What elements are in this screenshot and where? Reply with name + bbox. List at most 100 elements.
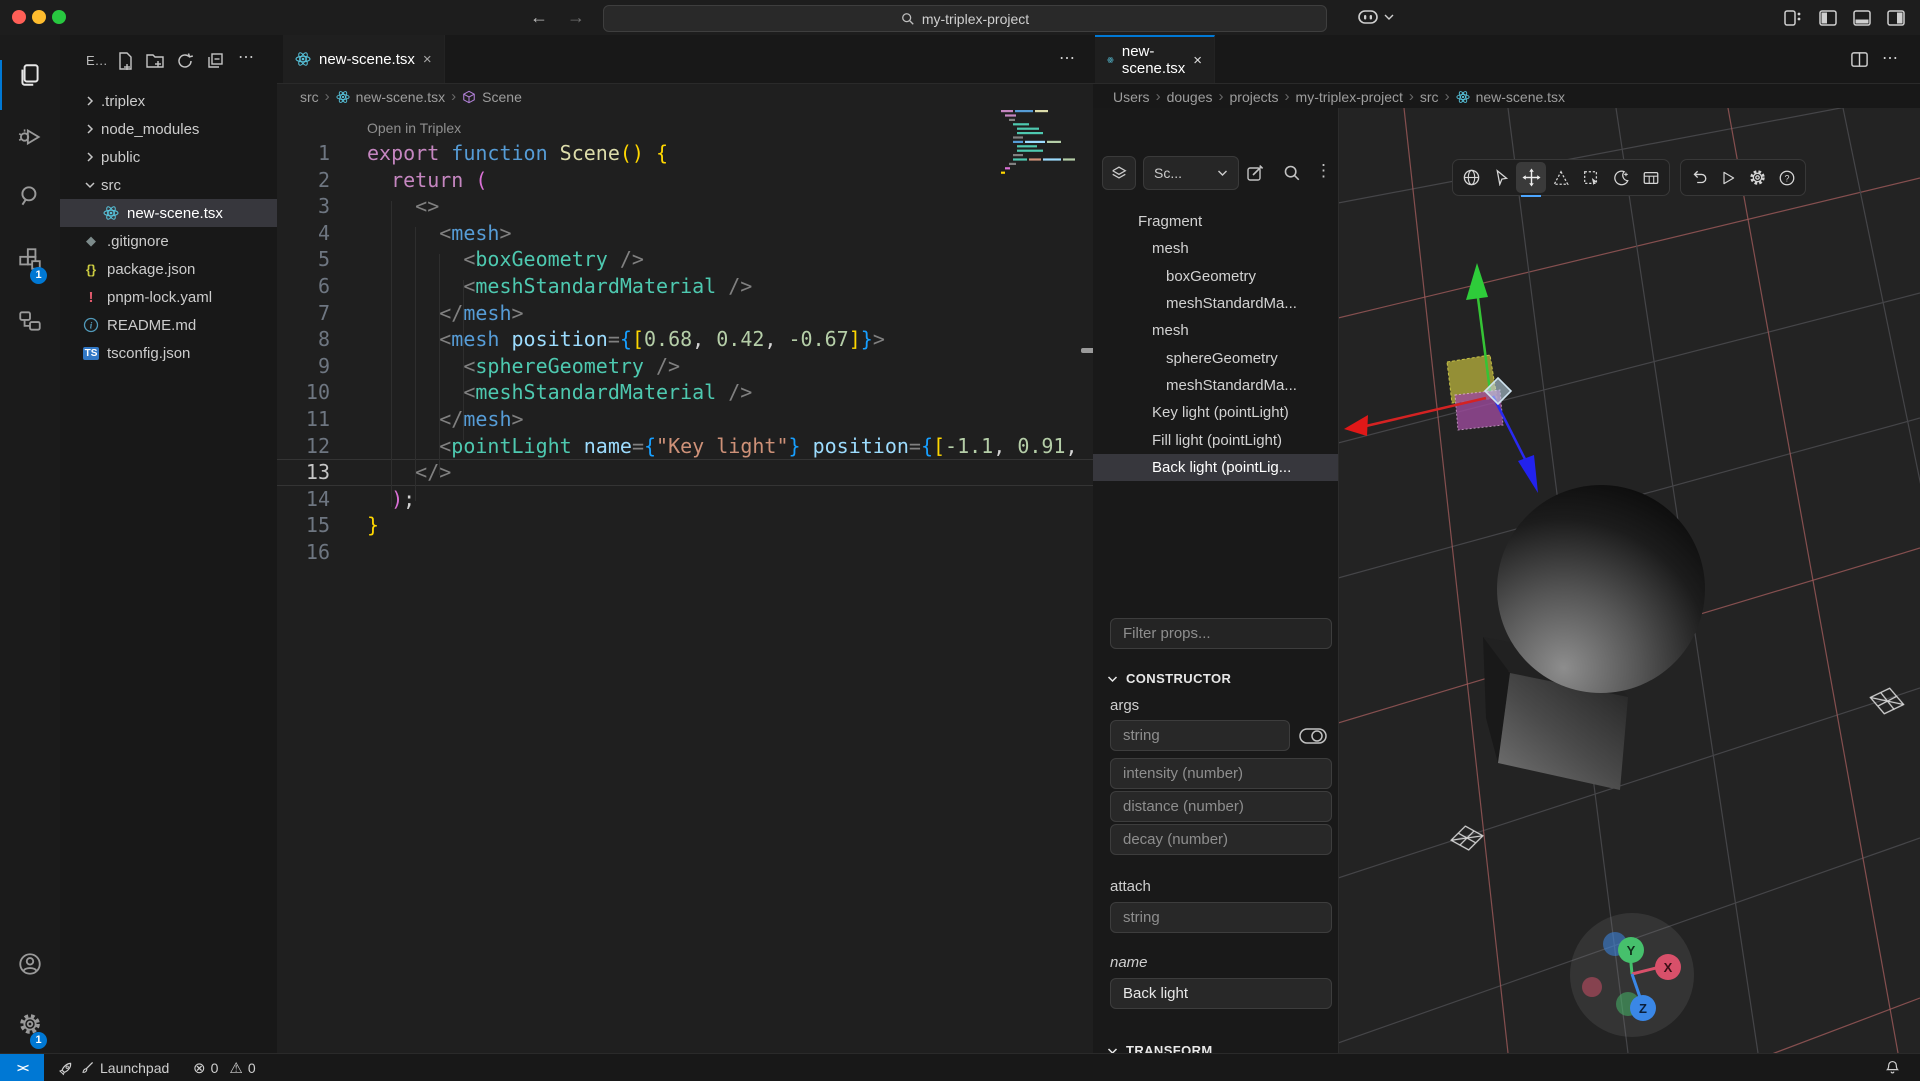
scene-tree-item-Back-light-pointLig-[interactable]: Back light (pointLig... <box>1093 454 1338 481</box>
explorer-icon[interactable] <box>17 62 43 88</box>
name-input[interactable]: Back light <box>1110 978 1332 1009</box>
navigate-forward-button[interactable]: → <box>565 6 587 28</box>
tab-new-scene-triplex[interactable]: new-scene.tsx × <box>1095 35 1215 83</box>
customize-layout-icon[interactable] <box>1783 8 1803 28</box>
scene-select-dropdown[interactable]: Sc... <box>1143 156 1239 190</box>
night-mode-button[interactable] <box>1606 162 1636 193</box>
editor-breadcrumb[interactable]: src› new-scene.tsx› Scene <box>277 83 1093 110</box>
scene-tree-item-mesh[interactable]: mesh <box>1093 235 1338 262</box>
code-line-4[interactable]: 4 <mesh> <box>277 220 1093 247</box>
code-line-12[interactable]: 12 <pointLight name={"Key light"} positi… <box>277 433 1093 460</box>
breadcrumb-douges[interactable]: douges <box>1167 89 1213 105</box>
command-center-search[interactable]: my-triplex-project <box>603 5 1327 32</box>
code-line-7[interactable]: 7 </mesh> <box>277 300 1093 327</box>
search-icon[interactable] <box>1283 164 1301 182</box>
distance-input[interactable]: distance (number) <box>1110 791 1332 822</box>
new-file-icon[interactable] <box>115 51 135 71</box>
code-line-8[interactable]: 8 <mesh position={[0.68, 0.42, -0.67]}> <box>277 326 1093 353</box>
file-tree-item-new-scene.tsx[interactable]: new-scene.tsx <box>60 199 277 227</box>
code-line-16[interactable]: 16 <box>277 539 1093 566</box>
filter-props-input[interactable]: Filter props... <box>1110 618 1332 649</box>
close-window-button[interactable] <box>12 10 26 24</box>
constructor-section-header[interactable]: CONSTRUCTOR <box>1107 671 1231 686</box>
undo-icon[interactable] <box>1684 162 1714 193</box>
scene-tree-item-meshStandardMa-[interactable]: meshStandardMa... <box>1093 290 1338 317</box>
code-line-14[interactable]: 14 ); <box>277 486 1093 513</box>
code-line-13[interactable]: 13 </> <box>277 459 1093 486</box>
zoom-window-button[interactable] <box>52 10 66 24</box>
collapse-folders-icon[interactable] <box>205 51 225 71</box>
intensity-input[interactable]: intensity (number) <box>1110 758 1332 789</box>
scene-tree-item-Key-light-pointLight-[interactable]: Key light (pointLight) <box>1093 399 1338 426</box>
file-tree-item-tsconfig.json[interactable]: TStsconfig.json <box>60 339 277 367</box>
breadcrumb-users[interactable]: Users <box>1113 89 1150 105</box>
triplex-breadcrumb[interactable]: Users› douges› projects› my-triplex-proj… <box>1093 83 1920 110</box>
breadcrumb-symbol[interactable]: Scene <box>482 89 522 105</box>
run-debug-icon[interactable] <box>17 124 43 150</box>
minimize-window-button[interactable] <box>32 10 46 24</box>
scene-tree-item-Fill-light-pointLight-[interactable]: Fill light (pointLight) <box>1093 426 1338 453</box>
code-line-10[interactable]: 10 <meshStandardMaterial /> <box>277 379 1093 406</box>
toggle-secondary-sidebar-icon[interactable] <box>1886 8 1906 28</box>
editor-more-actions-icon[interactable]: ⋯ <box>1059 48 1076 68</box>
breadcrumb-project[interactable]: my-triplex-project <box>1296 89 1403 105</box>
scale-button[interactable] <box>1546 162 1576 193</box>
decay-input[interactable]: decay (number) <box>1110 824 1332 855</box>
component-layers-button[interactable] <box>1102 156 1136 190</box>
explorer-more-actions-icon[interactable]: ⋯ <box>238 47 255 67</box>
grid-table-button[interactable] <box>1636 162 1666 193</box>
transform-box-button[interactable] <box>1576 162 1606 193</box>
toggle-primary-sidebar-icon[interactable] <box>1818 8 1838 28</box>
copilot-button[interactable] <box>1356 7 1394 27</box>
translate-button[interactable] <box>1516 162 1546 193</box>
triplex-more-actions-icon[interactable]: ⋯ <box>1882 48 1899 68</box>
navigate-back-button[interactable]: ← <box>528 6 550 28</box>
file-tree-item-package.json[interactable]: {}package.json <box>60 255 277 283</box>
refresh-icon[interactable] <box>175 51 195 71</box>
close-tab-icon[interactable]: × <box>1193 52 1202 69</box>
code-line-6[interactable]: 6 <meshStandardMaterial /> <box>277 273 1093 300</box>
code-line-5[interactable]: 5 <boxGeometry /> <box>277 246 1093 273</box>
file-tree-item-.triplex[interactable]: .triplex <box>60 87 277 115</box>
code-line-2[interactable]: 2 return ( <box>277 167 1093 194</box>
code-area[interactable]: 1export function Scene() {2 return (3 <>… <box>277 140 1093 1053</box>
scene-tree-item-Fragment[interactable]: Fragment <box>1093 208 1338 235</box>
code-line-15[interactable]: 15} <box>277 512 1093 539</box>
file-tree-item-public[interactable]: public <box>60 143 277 171</box>
code-line-1[interactable]: 1export function Scene() { <box>277 140 1093 167</box>
problems-item[interactable]: ⊗ 0 ⚠ 0 <box>193 1054 256 1081</box>
notifications-bell-icon[interactable] <box>1884 1059 1901 1076</box>
code-line-11[interactable]: 11 </mesh> <box>277 406 1093 433</box>
scene-tree-item-sphereGeometry[interactable]: sphereGeometry <box>1093 344 1338 371</box>
attach-input[interactable]: string <box>1110 902 1332 933</box>
transform-section-header[interactable]: TRANSFORM <box>1107 1043 1213 1053</box>
code-line-3[interactable]: 3 <> <box>277 193 1093 220</box>
scene-tree-item-boxGeometry[interactable]: boxGeometry <box>1093 263 1338 290</box>
globe-button[interactable] <box>1456 162 1486 193</box>
tab-new-scene[interactable]: new-scene.tsx × <box>283 35 445 83</box>
breadcrumb-src[interactable]: src <box>1420 89 1439 105</box>
select-button[interactable] <box>1486 162 1516 193</box>
3d-viewport[interactable]: Y X Z <box>1338 108 1920 1053</box>
kebab-menu-icon[interactable]: ⋮ <box>1315 161 1332 181</box>
breadcrumb-src[interactable]: src <box>300 89 319 105</box>
scene-tree-item-meshStandardMa-[interactable]: meshStandardMa... <box>1093 372 1338 399</box>
help-button[interactable]: ? <box>1773 162 1803 193</box>
open-in-triplex-codelens[interactable]: Open in Triplex <box>367 120 461 136</box>
close-tab-icon[interactable]: × <box>423 51 432 68</box>
edit-pencil-icon[interactable] <box>1245 163 1265 183</box>
breadcrumb-file[interactable]: new-scene.tsx <box>1476 89 1565 105</box>
file-tree-item-node_modules[interactable]: node_modules <box>60 115 277 143</box>
launchpad-item[interactable]: Launchpad <box>57 1054 169 1081</box>
new-folder-icon[interactable] <box>145 51 165 71</box>
code-line-9[interactable]: 9 <sphereGeometry /> <box>277 353 1093 380</box>
search-icon[interactable] <box>17 183 43 209</box>
breadcrumb-file[interactable]: new-scene.tsx <box>356 89 445 105</box>
remote-indicator[interactable]: >< <box>0 1054 44 1081</box>
arg-string-input[interactable]: string <box>1110 720 1290 751</box>
toggle-panel-icon[interactable] <box>1852 8 1872 28</box>
triplex-view-icon[interactable] <box>17 308 43 334</box>
split-editor-icon[interactable] <box>1850 50 1869 69</box>
scene-tree-item-mesh[interactable]: mesh <box>1093 317 1338 344</box>
file-tree-item-pnpm-lock.yaml[interactable]: !pnpm-lock.yaml <box>60 283 277 311</box>
